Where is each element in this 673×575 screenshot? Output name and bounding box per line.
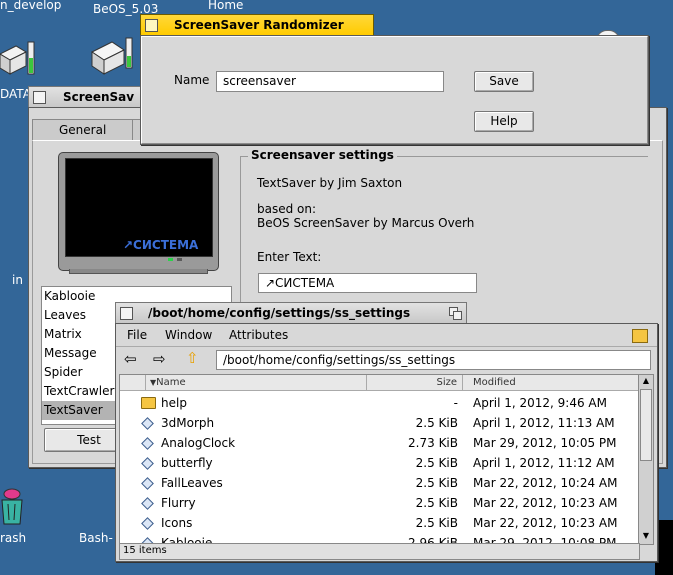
table-row[interactable]: 3dMorph 2.5 KiB April 1, 2012, 11:13 AM bbox=[120, 413, 633, 433]
power-led bbox=[168, 258, 173, 261]
table-row[interactable]: butterfly 2.5 KiB April 1, 2012, 11:12 A… bbox=[120, 453, 633, 473]
desktop-label-trash[interactable]: rash bbox=[0, 531, 26, 545]
file-icon bbox=[141, 477, 154, 490]
column-header-name[interactable]: ▼Name bbox=[146, 375, 367, 390]
screensaver-prefs-titlebar[interactable]: ScreenSav bbox=[28, 86, 142, 107]
close-button[interactable] bbox=[120, 307, 133, 320]
name-label: Name bbox=[174, 73, 210, 87]
table-row[interactable]: help - April 1, 2012, 9:46 AM bbox=[120, 393, 633, 413]
file-icon bbox=[141, 417, 154, 430]
monitor-preview: ↗СИСТЕМА bbox=[58, 152, 219, 274]
desktop-label-home[interactable]: Home bbox=[208, 0, 243, 12]
back-arrow-icon[interactable]: ⇦ bbox=[124, 350, 137, 368]
trash-icon[interactable] bbox=[0, 486, 28, 528]
desktop-label-bash[interactable]: Bash- bbox=[79, 531, 113, 545]
column-header: ▼Name Size Modified bbox=[120, 375, 639, 391]
desktop-label-develop[interactable]: n_develop bbox=[0, 0, 61, 12]
menu-attributes[interactable]: Attributes bbox=[229, 327, 288, 344]
window-title: ScreenSav bbox=[63, 90, 135, 104]
forward-arrow-icon[interactable]: ⇨ bbox=[153, 350, 166, 368]
vertical-scrollbar[interactable]: ▲ ▼ bbox=[638, 374, 654, 545]
file-icon bbox=[141, 497, 154, 510]
beos-volume-icon[interactable] bbox=[88, 34, 136, 80]
column-header-modified[interactable]: Modified bbox=[463, 375, 639, 390]
close-button[interactable] bbox=[33, 91, 46, 104]
preview-screen: ↗СИСТЕМА bbox=[65, 158, 213, 257]
status-bar: 15 items bbox=[119, 543, 640, 560]
zoom-button[interactable] bbox=[449, 307, 462, 320]
header-blank bbox=[120, 375, 146, 390]
menu-bar: File Window Attributes bbox=[116, 327, 657, 344]
desktop-label-in[interactable]: in bbox=[12, 273, 23, 287]
table-row[interactable]: FallLeaves 2.5 KiB Mar 22, 2012, 10:24 A… bbox=[120, 473, 633, 493]
file-list[interactable]: ▼Name Size Modified help - April 1, 2012… bbox=[119, 374, 640, 544]
menu-file[interactable]: File bbox=[127, 327, 147, 344]
navigation-bar: ⇦ ⇨ ⇧ /boot/home/config/settings/ss_sett… bbox=[116, 346, 657, 373]
save-button[interactable]: Save bbox=[474, 71, 534, 92]
folder-icon bbox=[141, 397, 156, 409]
scroll-up-arrow-icon[interactable]: ▲ bbox=[640, 375, 652, 387]
column-header-size[interactable]: Size bbox=[367, 375, 463, 390]
monitor-stand bbox=[69, 269, 208, 274]
item-count: 15 items bbox=[123, 545, 167, 556]
file-rows: help - April 1, 2012, 9:46 AM 3dMorph 2.… bbox=[120, 393, 639, 543]
data-volume-icon[interactable] bbox=[0, 40, 38, 86]
file-icon bbox=[141, 437, 154, 450]
file-icon bbox=[141, 517, 154, 530]
file-icon bbox=[141, 457, 154, 470]
settings-line3: BeOS ScreenSaver by Marcus Overh bbox=[257, 216, 475, 230]
up-arrow-icon[interactable]: ⇧ bbox=[186, 349, 199, 367]
name-input[interactable]: screensaver bbox=[216, 71, 444, 92]
table-row[interactable]: AnalogClock 2.73 KiB Mar 29, 2012, 10:05… bbox=[120, 433, 633, 453]
table-row[interactable]: Flurry 2.5 KiB Mar 22, 2012, 10:23 AM bbox=[120, 493, 633, 513]
window-title: ScreenSaver Randomizer bbox=[174, 18, 344, 32]
settings-heading: Screensaver settings bbox=[248, 148, 397, 162]
settings-line2: based on: bbox=[257, 202, 317, 216]
folder-menu-icon[interactable] bbox=[632, 329, 648, 343]
disk-led bbox=[177, 258, 182, 261]
close-button[interactable] bbox=[145, 19, 158, 32]
window-title: /boot/home/config/settings/ss_settings bbox=[148, 306, 411, 320]
randomizer-titlebar[interactable]: ScreenSaver Randomizer bbox=[140, 14, 374, 35]
randomizer-window: Name screensaver Save Help bbox=[140, 35, 649, 145]
text-input[interactable]: ↗СИСТЕМА bbox=[258, 273, 477, 293]
menu-window[interactable]: Window bbox=[165, 327, 212, 344]
path-field[interactable]: /boot/home/config/settings/ss_settings bbox=[216, 350, 651, 370]
help-button[interactable]: Help bbox=[474, 111, 534, 132]
tracker-titlebar[interactable]: /boot/home/config/settings/ss_settings bbox=[115, 302, 467, 323]
scroll-down-arrow-icon[interactable]: ▼ bbox=[640, 530, 652, 542]
tracker-window: File Window Attributes ⇦ ⇨ ⇧ /boot/home/… bbox=[115, 323, 658, 562]
enter-text-label: Enter Text: bbox=[257, 250, 322, 264]
desktop-label-data[interactable]: DATA bbox=[0, 87, 31, 101]
preview-text: ↗СИСТЕМА bbox=[123, 238, 199, 252]
tab-general[interactable]: General bbox=[32, 119, 135, 141]
settings-line1: TextSaver by Jim Saxton bbox=[257, 176, 403, 190]
table-row[interactable]: Icons 2.5 KiB Mar 22, 2012, 10:23 AM bbox=[120, 513, 633, 533]
scroll-thumb[interactable] bbox=[640, 389, 652, 461]
